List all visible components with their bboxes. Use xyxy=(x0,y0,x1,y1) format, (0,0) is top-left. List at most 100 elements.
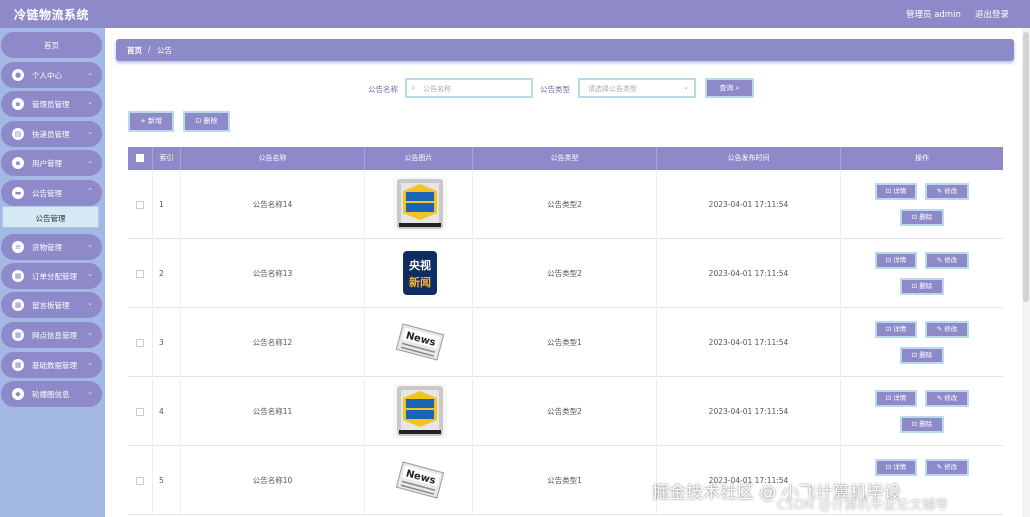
table-row: 2 公告名称13 央视 新闻 公告类型2 2023-04-01 17:11:54 … xyxy=(128,240,1003,308)
detail-button[interactable]: ⊡ 详情 xyxy=(875,390,917,407)
sidebar-item-label: 网点信息管理 xyxy=(32,331,77,340)
sidebar: 首页 ● 个人中心 ⌄ ▪ 管理员管理 ⌄ ▤ 快递员管理 ⌄ ▪ 用户管理 ⌄… xyxy=(0,28,105,517)
breadcrumb-separator: / xyxy=(148,45,151,54)
breadcrumb-home[interactable]: 首页 xyxy=(127,45,142,56)
sidebar-item-message-board[interactable]: ▦ 留言板管理 ⌄ xyxy=(1,292,102,318)
sidebar-item-label: 个人中心 xyxy=(32,71,62,80)
column-header: 操作 xyxy=(915,154,929,162)
edit-button[interactable]: ✎ 修改 xyxy=(925,183,969,200)
sidebar-item-label: 订单分配管理 xyxy=(32,272,77,281)
row-index: 4 xyxy=(153,378,181,446)
document-icon: ▤ xyxy=(12,128,24,140)
table-row: 1 公告名称14 公告类型2 2023-04-01 17:11:54 ⊡ 详情 … xyxy=(128,171,1003,239)
delete-button[interactable]: ⊡ 删除 xyxy=(900,416,944,433)
column-header: 索引 xyxy=(153,147,181,170)
sidebar-item-label: 用户管理 xyxy=(32,159,62,168)
chevron-down-icon: ⌄ xyxy=(87,329,93,337)
logout-link[interactable]: 退出登录 xyxy=(975,8,1009,20)
row-index: 1 xyxy=(153,171,181,239)
chevron-down-icon: ⌄ xyxy=(87,98,93,106)
row-type: 公告类型2 xyxy=(473,171,657,239)
detail-button[interactable]: ⊡ 详情 xyxy=(875,459,917,476)
edit-button[interactable]: ✎ 修改 xyxy=(925,459,969,476)
notice-name-placeholder: 公告名称 xyxy=(423,85,451,93)
scrollbar-thumb[interactable] xyxy=(1023,32,1029,302)
column-header: 公告图片 xyxy=(365,147,473,170)
sidebar-item-courier-management[interactable]: ▤ 快递员管理 ⌄ xyxy=(1,121,102,147)
sidebar-item-user-management[interactable]: ▪ 用户管理 ⌄ xyxy=(1,150,102,176)
sidebar-item-order-assignment[interactable]: ▦ 订单分配管理 ⌄ xyxy=(1,263,102,289)
delete-button[interactable]: ⊡ 删除 xyxy=(900,347,944,364)
notice-name-input[interactable]: ⌕ 公告名称 xyxy=(405,78,533,98)
sidebar-item-goods-management[interactable]: ≡ 货物管理 ⌄ xyxy=(1,234,102,260)
chevron-down-icon: ⌄ xyxy=(683,83,689,91)
sidebar-item-personal-center[interactable]: ● 个人中心 ⌄ xyxy=(1,62,102,88)
batch-delete-button[interactable]: ⊡ 删除 xyxy=(183,111,230,132)
row-checkbox[interactable] xyxy=(136,270,144,278)
sidebar-item-label: 快递员管理 xyxy=(32,130,70,139)
edit-button[interactable]: ✎ 修改 xyxy=(925,321,969,338)
sidebar-subitem-notice-management[interactable]: 公告管理 xyxy=(2,206,99,228)
row-checkbox[interactable] xyxy=(136,477,144,485)
row-name: 公告名称10 xyxy=(181,447,365,515)
sidebar-item-admin-management[interactable]: ▪ 管理员管理 ⌄ xyxy=(1,91,102,117)
search-icon: ⌕ xyxy=(411,83,416,92)
row-index: 5 xyxy=(153,447,181,515)
chevron-down-icon: ⌄ xyxy=(87,388,93,396)
notice-type-label: 公告类型 xyxy=(540,85,570,94)
detail-button[interactable]: ⊡ 详情 xyxy=(875,321,917,338)
row-type: 公告类型2 xyxy=(473,240,657,308)
folder-icon: ▬ xyxy=(12,187,24,199)
row-name: 公告名称14 xyxy=(181,171,365,239)
row-checkbox[interactable] xyxy=(136,201,144,209)
row-time: 2023-04-01 17:11:54 xyxy=(657,240,841,308)
delete-button[interactable]: ⊡ 删除 xyxy=(900,209,944,226)
notice-type-placeholder: 请选择公告类型 xyxy=(588,85,637,93)
svg-text:央视: 央视 xyxy=(409,258,431,272)
chevron-up-icon: ⌃ xyxy=(87,187,93,195)
add-button[interactable]: + 新增 xyxy=(128,111,174,132)
sidebar-item-label: 公告管理 xyxy=(32,189,62,198)
sidebar-item-home[interactable]: 首页 xyxy=(1,32,102,58)
detail-button[interactable]: ⊡ 详情 xyxy=(875,252,917,269)
table-header: 索引 公告名称 公告图片 公告类型 公告发布时间 操作 xyxy=(128,147,1003,170)
table-row: 3 公告名称12 News 公告类型1 2023-04-01 17:11:54 … xyxy=(128,309,1003,377)
delete-button[interactable]: ⊡ 删除 xyxy=(900,278,944,295)
row-time: 2023-04-01 17:11:54 xyxy=(657,171,841,239)
sidebar-item-base-data[interactable]: ▦ 基础数据管理 ⌄ xyxy=(1,352,102,378)
sidebar-item-outlet-info[interactable]: ▦ 网点信息管理 ⌄ xyxy=(1,322,102,348)
query-button[interactable]: 查询 ⌕ xyxy=(705,78,754,98)
notice-image-news-paper: News xyxy=(393,315,447,369)
row-checkbox[interactable] xyxy=(136,339,144,347)
chevron-down-icon: ⌄ xyxy=(87,241,93,249)
chevron-down-icon: ⌄ xyxy=(87,270,93,278)
edit-button[interactable]: ✎ 修改 xyxy=(925,390,969,407)
row-name: 公告名称12 xyxy=(181,309,365,377)
sidebar-item-carousel[interactable]: ◆ 轮播图信息 ⌄ xyxy=(1,381,102,407)
row-checkbox[interactable] xyxy=(136,408,144,416)
grid-icon: ▦ xyxy=(12,299,24,311)
detail-button[interactable]: ⊡ 详情 xyxy=(875,183,917,200)
row-time: 2023-04-01 17:11:54 xyxy=(657,378,841,446)
notice-image-news-badge xyxy=(393,384,447,438)
chevron-down-icon: ⌄ xyxy=(87,157,93,165)
column-header: 公告名称 xyxy=(181,147,365,170)
edit-button[interactable]: ✎ 修改 xyxy=(925,252,969,269)
sidebar-item-label: 管理员管理 xyxy=(32,100,70,109)
grid-icon: ▦ xyxy=(12,359,24,371)
admin-user-label: 管理员 admin xyxy=(906,10,961,20)
chevron-down-icon: ⌄ xyxy=(87,299,93,307)
breadcrumb-current: 公告 xyxy=(157,46,172,55)
svg-text:新闻: 新闻 xyxy=(409,275,431,289)
shield-icon: ◆ xyxy=(12,388,24,400)
grid-icon: ▦ xyxy=(12,270,24,282)
notice-type-select[interactable]: 请选择公告类型 ⌄ xyxy=(578,78,696,98)
row-index: 2 xyxy=(153,240,181,308)
users-icon: ▪ xyxy=(12,157,24,169)
notice-image-cctv-news: 央视 新闻 xyxy=(393,246,447,300)
sidebar-item-notice-management[interactable]: ▬ 公告管理 ⌃ xyxy=(1,180,102,206)
sidebar-item-label: 留言板管理 xyxy=(32,301,70,310)
select-all-cell xyxy=(128,147,153,170)
select-all-checkbox[interactable] xyxy=(136,154,144,162)
row-name: 公告名称11 xyxy=(181,378,365,446)
